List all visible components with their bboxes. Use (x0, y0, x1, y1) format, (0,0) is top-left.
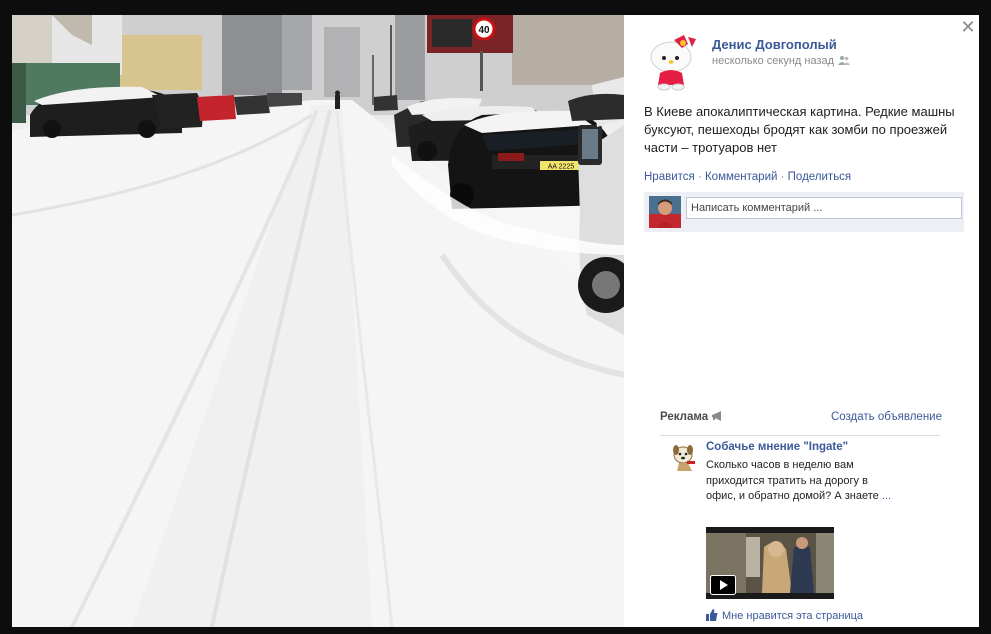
comment-input[interactable] (686, 197, 962, 219)
ad-body: Сколько часов в неделю вам приходится тр… (706, 458, 891, 505)
comment-box (644, 192, 964, 232)
timestamp-text[interactable]: несколько секунд назад (712, 55, 834, 67)
ad-title[interactable]: Собачье мнение "Ingate" (706, 441, 848, 453)
ads-divider (660, 435, 940, 436)
speed-limit-sign: 40 (478, 25, 490, 36)
post-photo[interactable]: 40 AA 2225 (12, 15, 624, 627)
post-author: Денис Довгополый несколько секунд назад (644, 33, 964, 91)
photo-viewer: 40 AA 2225 ✕ Денис Довгополый несколько … (12, 15, 979, 627)
action-separator: · (694, 171, 705, 183)
like-link[interactable]: Нравится (644, 171, 695, 183)
ads-section: Реклама Создать объявление Собачье мнени… (660, 411, 950, 622)
action-separator: · (777, 171, 788, 183)
post-text: В Киеве апокалиптическая картина. Редкие… (644, 104, 955, 155)
current-user-avatar (649, 196, 681, 228)
ads-title-text: Реклама (660, 411, 709, 423)
ad-body-text: Сколько часов в неделю вам приходится тр… (706, 459, 879, 502)
dog-logo-icon[interactable] (668, 441, 700, 473)
ad-video-thumbnail[interactable] (706, 527, 834, 599)
share-link[interactable]: Поделиться (788, 171, 852, 183)
author-name[interactable]: Денис Довгополый (712, 37, 837, 52)
author-avatar[interactable] (644, 33, 700, 91)
license-plate: AA 2225 (548, 164, 575, 171)
post-actions: Нравится · Комментарий · Поделиться (644, 171, 851, 183)
thumbs-up-icon (706, 609, 718, 621)
friends-icon[interactable] (838, 55, 851, 65)
ads-header: Реклама Создать объявление (660, 411, 950, 429)
ads-title: Реклама (660, 411, 723, 423)
like-page-text[interactable]: Мне нравится эта страница (722, 610, 863, 622)
comment-link[interactable]: Комментарий (705, 171, 777, 183)
create-ad-link[interactable]: Создать объявление (831, 411, 942, 423)
post-side-panel: ✕ Денис Довгополый несколько секунд наза… (624, 15, 979, 627)
ad-more-link[interactable]: ... (882, 490, 891, 502)
snowy-street-scene: 40 AA 2225 (12, 15, 624, 627)
megaphone-icon (712, 411, 722, 421)
like-page-link[interactable]: Мне нравится эта страница (706, 609, 863, 622)
post-timestamp: несколько секунд назад (712, 55, 851, 67)
play-icon[interactable] (710, 575, 736, 595)
